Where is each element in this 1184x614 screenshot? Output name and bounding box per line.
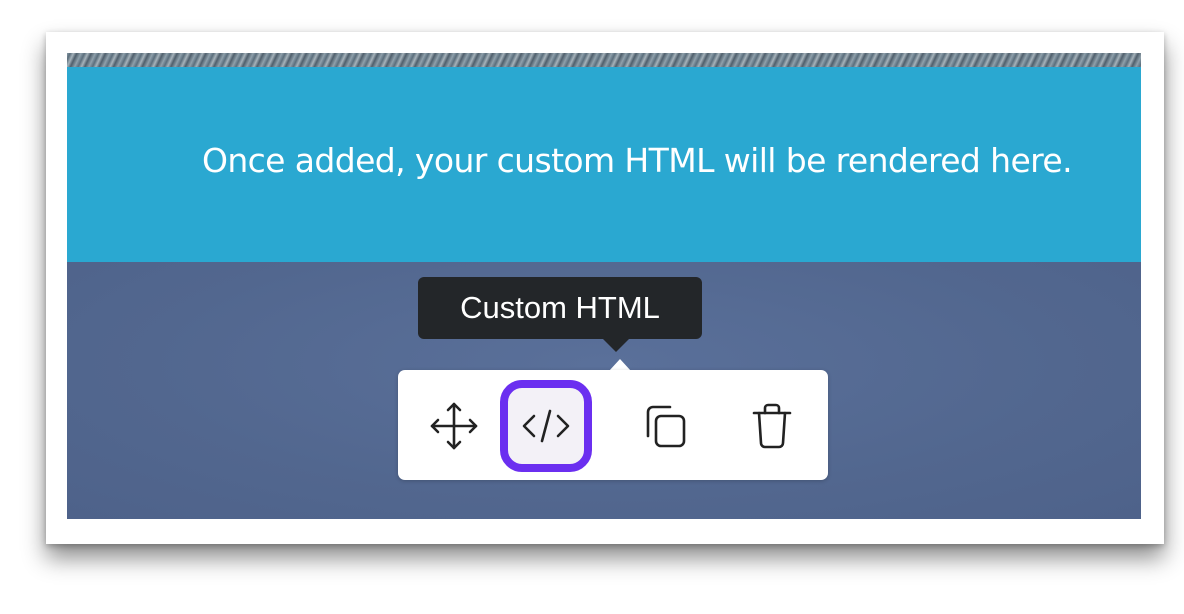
duplicate-icon [646, 405, 686, 448]
trash-icon [752, 403, 792, 449]
tooltip-label: Custom HTML [460, 290, 660, 325]
tooltip: Custom HTML [418, 277, 702, 339]
move-arrows-icon [430, 402, 478, 450]
delete-button[interactable] [734, 388, 810, 464]
custom-html-button[interactable] [500, 380, 592, 472]
tooltip-arrow [603, 339, 629, 352]
code-icon [522, 409, 570, 443]
custom-html-block[interactable]: Once added, your custom HTML will be ren… [67, 67, 1141, 262]
duplicate-button[interactable] [628, 388, 704, 464]
move-button[interactable] [416, 388, 492, 464]
editor-canvas: Once added, your custom HTML will be ren… [67, 53, 1141, 519]
block-toolbar [398, 370, 828, 480]
screenshot-frame: Once added, your custom HTML will be ren… [46, 32, 1164, 544]
background-image-strip [67, 53, 1141, 67]
custom-html-placeholder-text: Once added, your custom HTML will be ren… [201, 141, 1073, 180]
